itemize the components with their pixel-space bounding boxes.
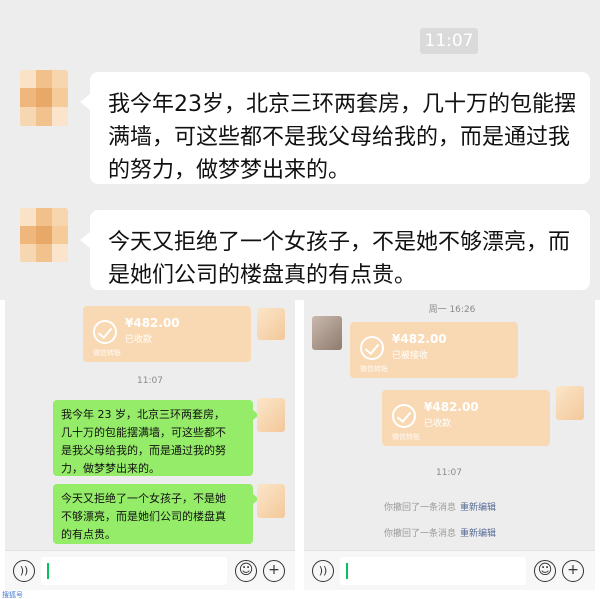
avatar[interactable]	[312, 316, 342, 350]
transfer-status: 已收款	[125, 335, 153, 345]
recall-text: 你撤回了一条消息	[384, 503, 457, 513]
transfer-footer: 微信转账	[392, 433, 420, 441]
timestamp: 周一 16:26	[428, 305, 476, 315]
message-input[interactable]	[41, 557, 227, 585]
voice-icon[interactable]: ))	[13, 560, 35, 582]
message-line: 是她们公司的楼盘真的有点贵。	[108, 263, 417, 288]
check-circle-icon	[93, 320, 117, 344]
plus-icon[interactable]: +	[562, 560, 584, 582]
timestamp: 11:07	[420, 28, 478, 54]
message-line: 的有点贵。	[61, 528, 116, 541]
avatar[interactable]	[257, 398, 285, 432]
message-line: 我今年23岁，北京三环两套房，几十万的包能摆	[108, 92, 576, 117]
timestamp: 11:07	[436, 468, 462, 478]
message-input[interactable]	[340, 557, 526, 585]
message-bubble[interactable]: 我今年 23 岁，北京三环两套房， 几十万的包能摆满墙，可这些都不 是我父母给我…	[53, 400, 259, 476]
panel-divider	[295, 300, 304, 599]
avatar[interactable]	[257, 308, 285, 340]
avatar[interactable]	[257, 484, 285, 518]
transfer-card[interactable]: ¥482.00 已收款 微信转账	[83, 306, 251, 362]
message-line: 力，做梦梦出来的。	[61, 462, 160, 475]
message-bubble[interactable]: 今天又拒绝了一个女孩子，不是她 不够漂亮，而是她们公司的楼盘真 的有点贵。	[53, 484, 259, 544]
transfer-amount: ¥482.00	[392, 332, 447, 346]
message-line: 的努力，做梦梦出来的。	[108, 158, 351, 183]
message-line: 是我父母给我的，而是通过我的努	[61, 444, 226, 457]
message-line: 满墙，可这些都不是我父母给我的，而是通过我	[108, 125, 571, 150]
message-line: 今天又拒绝了一个女孩子，不是她不够漂亮，而	[108, 230, 571, 255]
transfer-amount: ¥482.00	[125, 316, 180, 330]
transfer-footer: 微信转账	[93, 349, 121, 357]
transfer-amount: ¥482.00	[424, 400, 479, 414]
transfer-card[interactable]: ¥482.00 已收款 微信转账	[382, 390, 550, 446]
input-bar: )) ☺ +	[304, 550, 595, 590]
avatar[interactable]	[556, 386, 584, 420]
message-line: 几十万的包能摆满墙，可这些都不	[61, 426, 226, 439]
voice-icon[interactable]: ))	[312, 560, 334, 582]
top-chat-panel: 11:07 我今年23岁，北京三环两套房，几十万的包能摆 满墙，可这些都不是我父…	[0, 0, 600, 300]
check-circle-icon	[392, 404, 416, 428]
re-edit-link[interactable]: 重新编辑	[460, 503, 496, 513]
message-line: 不够漂亮，而是她们公司的楼盘真	[61, 510, 226, 523]
transfer-status: 已收款	[424, 419, 452, 429]
text-caret	[47, 563, 49, 579]
avatar[interactable]	[20, 70, 68, 126]
timestamp: 11:07	[137, 376, 163, 386]
emoji-icon[interactable]: ☺	[235, 560, 257, 582]
message-line: 我今年 23 岁，北京三环两套房，	[61, 408, 225, 421]
transfer-footer: 微信转账	[360, 365, 388, 373]
recall-notice: 你撤回了一条消息 重新编辑	[384, 500, 496, 513]
right-chat-panel: 周一 16:26 ¥482.00 已被接收 微信转账 ¥482.00 已收款 微…	[304, 300, 595, 590]
plus-icon[interactable]: +	[263, 560, 285, 582]
re-edit-link[interactable]: 重新编辑	[460, 529, 496, 539]
emoji-icon[interactable]: ☺	[534, 560, 556, 582]
transfer-card[interactable]: ¥482.00 已被接收 微信转账	[350, 322, 518, 378]
avatar[interactable]	[20, 208, 68, 262]
text-caret	[346, 563, 348, 579]
message-bubble[interactable]: 今天又拒绝了一个女孩子，不是她不够漂亮，而 是她们公司的楼盘真的有点贵。	[80, 210, 590, 290]
check-circle-icon	[360, 336, 384, 360]
input-bar: )) ☺ +	[5, 550, 295, 590]
footer-link[interactable]: 搜狐号	[2, 590, 23, 599]
recall-notice: 你撤回了一条消息 重新编辑	[384, 526, 496, 539]
recall-text: 你撤回了一条消息	[384, 529, 457, 539]
message-line: 今天又拒绝了一个女孩子，不是她	[61, 492, 226, 505]
left-chat-panel: ¥482.00 已收款 微信转账 11:07 我今年 23 岁，北京三环两套房，…	[5, 300, 295, 590]
message-bubble[interactable]: 我今年23岁，北京三环两套房，几十万的包能摆 满墙，可这些都不是我父母给我的，而…	[80, 72, 590, 184]
transfer-status: 已被接收	[392, 351, 429, 361]
